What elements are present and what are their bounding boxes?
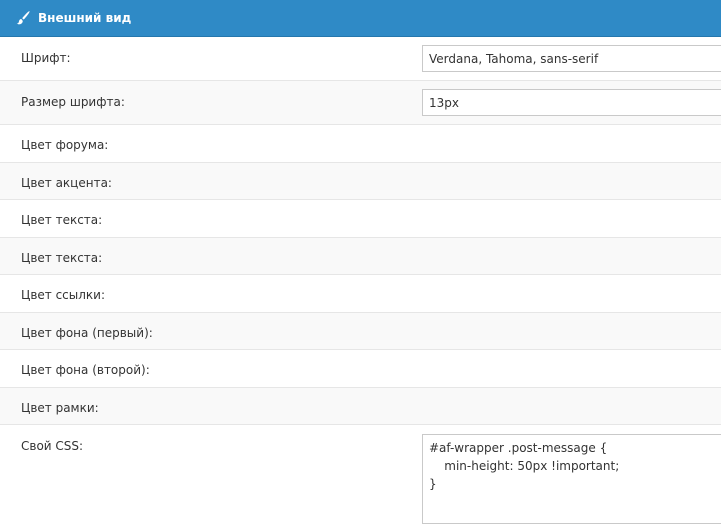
accent-color-label: Цвет акцента: xyxy=(21,176,112,190)
section-header: Внешний вид xyxy=(0,0,721,37)
section-title: Внешний вид xyxy=(38,11,132,25)
link-color-label: Цвет ссылки: xyxy=(21,288,106,302)
setting-row-text-color-secondary: Цвет текста: xyxy=(0,238,721,275)
text-color-label: Цвет текста: xyxy=(21,213,103,227)
setting-row-custom-css: Свой CSS: #af-wrapper .post-message { mi… xyxy=(0,425,721,524)
setting-row-text-color: Цвет текста: xyxy=(0,200,721,238)
border-color-label: Цвет рамки: xyxy=(21,401,99,415)
setting-row-accent-color: Цвет акцента: xyxy=(0,163,721,200)
custom-css-label: Свой CSS: xyxy=(21,439,84,453)
forum-color-label: Цвет форума: xyxy=(21,138,109,152)
bg-color-second-label: Цвет фона (второй): xyxy=(21,363,150,377)
font-size-label: Размер шрифта: xyxy=(21,95,125,109)
setting-row-font-size: Размер шрифта: xyxy=(0,81,721,125)
paintbrush-icon xyxy=(15,10,31,26)
font-size-input[interactable] xyxy=(422,89,721,116)
text-color-secondary-label: Цвет текста: xyxy=(21,251,103,265)
setting-row-link-color: Цвет ссылки: xyxy=(0,275,721,313)
setting-row-bg-color-second: Цвет фона (второй): xyxy=(0,350,721,388)
custom-css-textarea[interactable]: #af-wrapper .post-message { min-height: … xyxy=(422,434,721,524)
setting-row-font: Шрифт: xyxy=(0,37,721,81)
bg-color-first-label: Цвет фона (первый): xyxy=(21,326,153,340)
font-input[interactable] xyxy=(422,45,721,72)
setting-row-border-color: Цвет рамки: xyxy=(0,388,721,425)
setting-row-bg-color-first: Цвет фона (первый): xyxy=(0,313,721,350)
font-label: Шрифт: xyxy=(21,51,71,65)
setting-row-forum-color: Цвет форума: xyxy=(0,125,721,163)
